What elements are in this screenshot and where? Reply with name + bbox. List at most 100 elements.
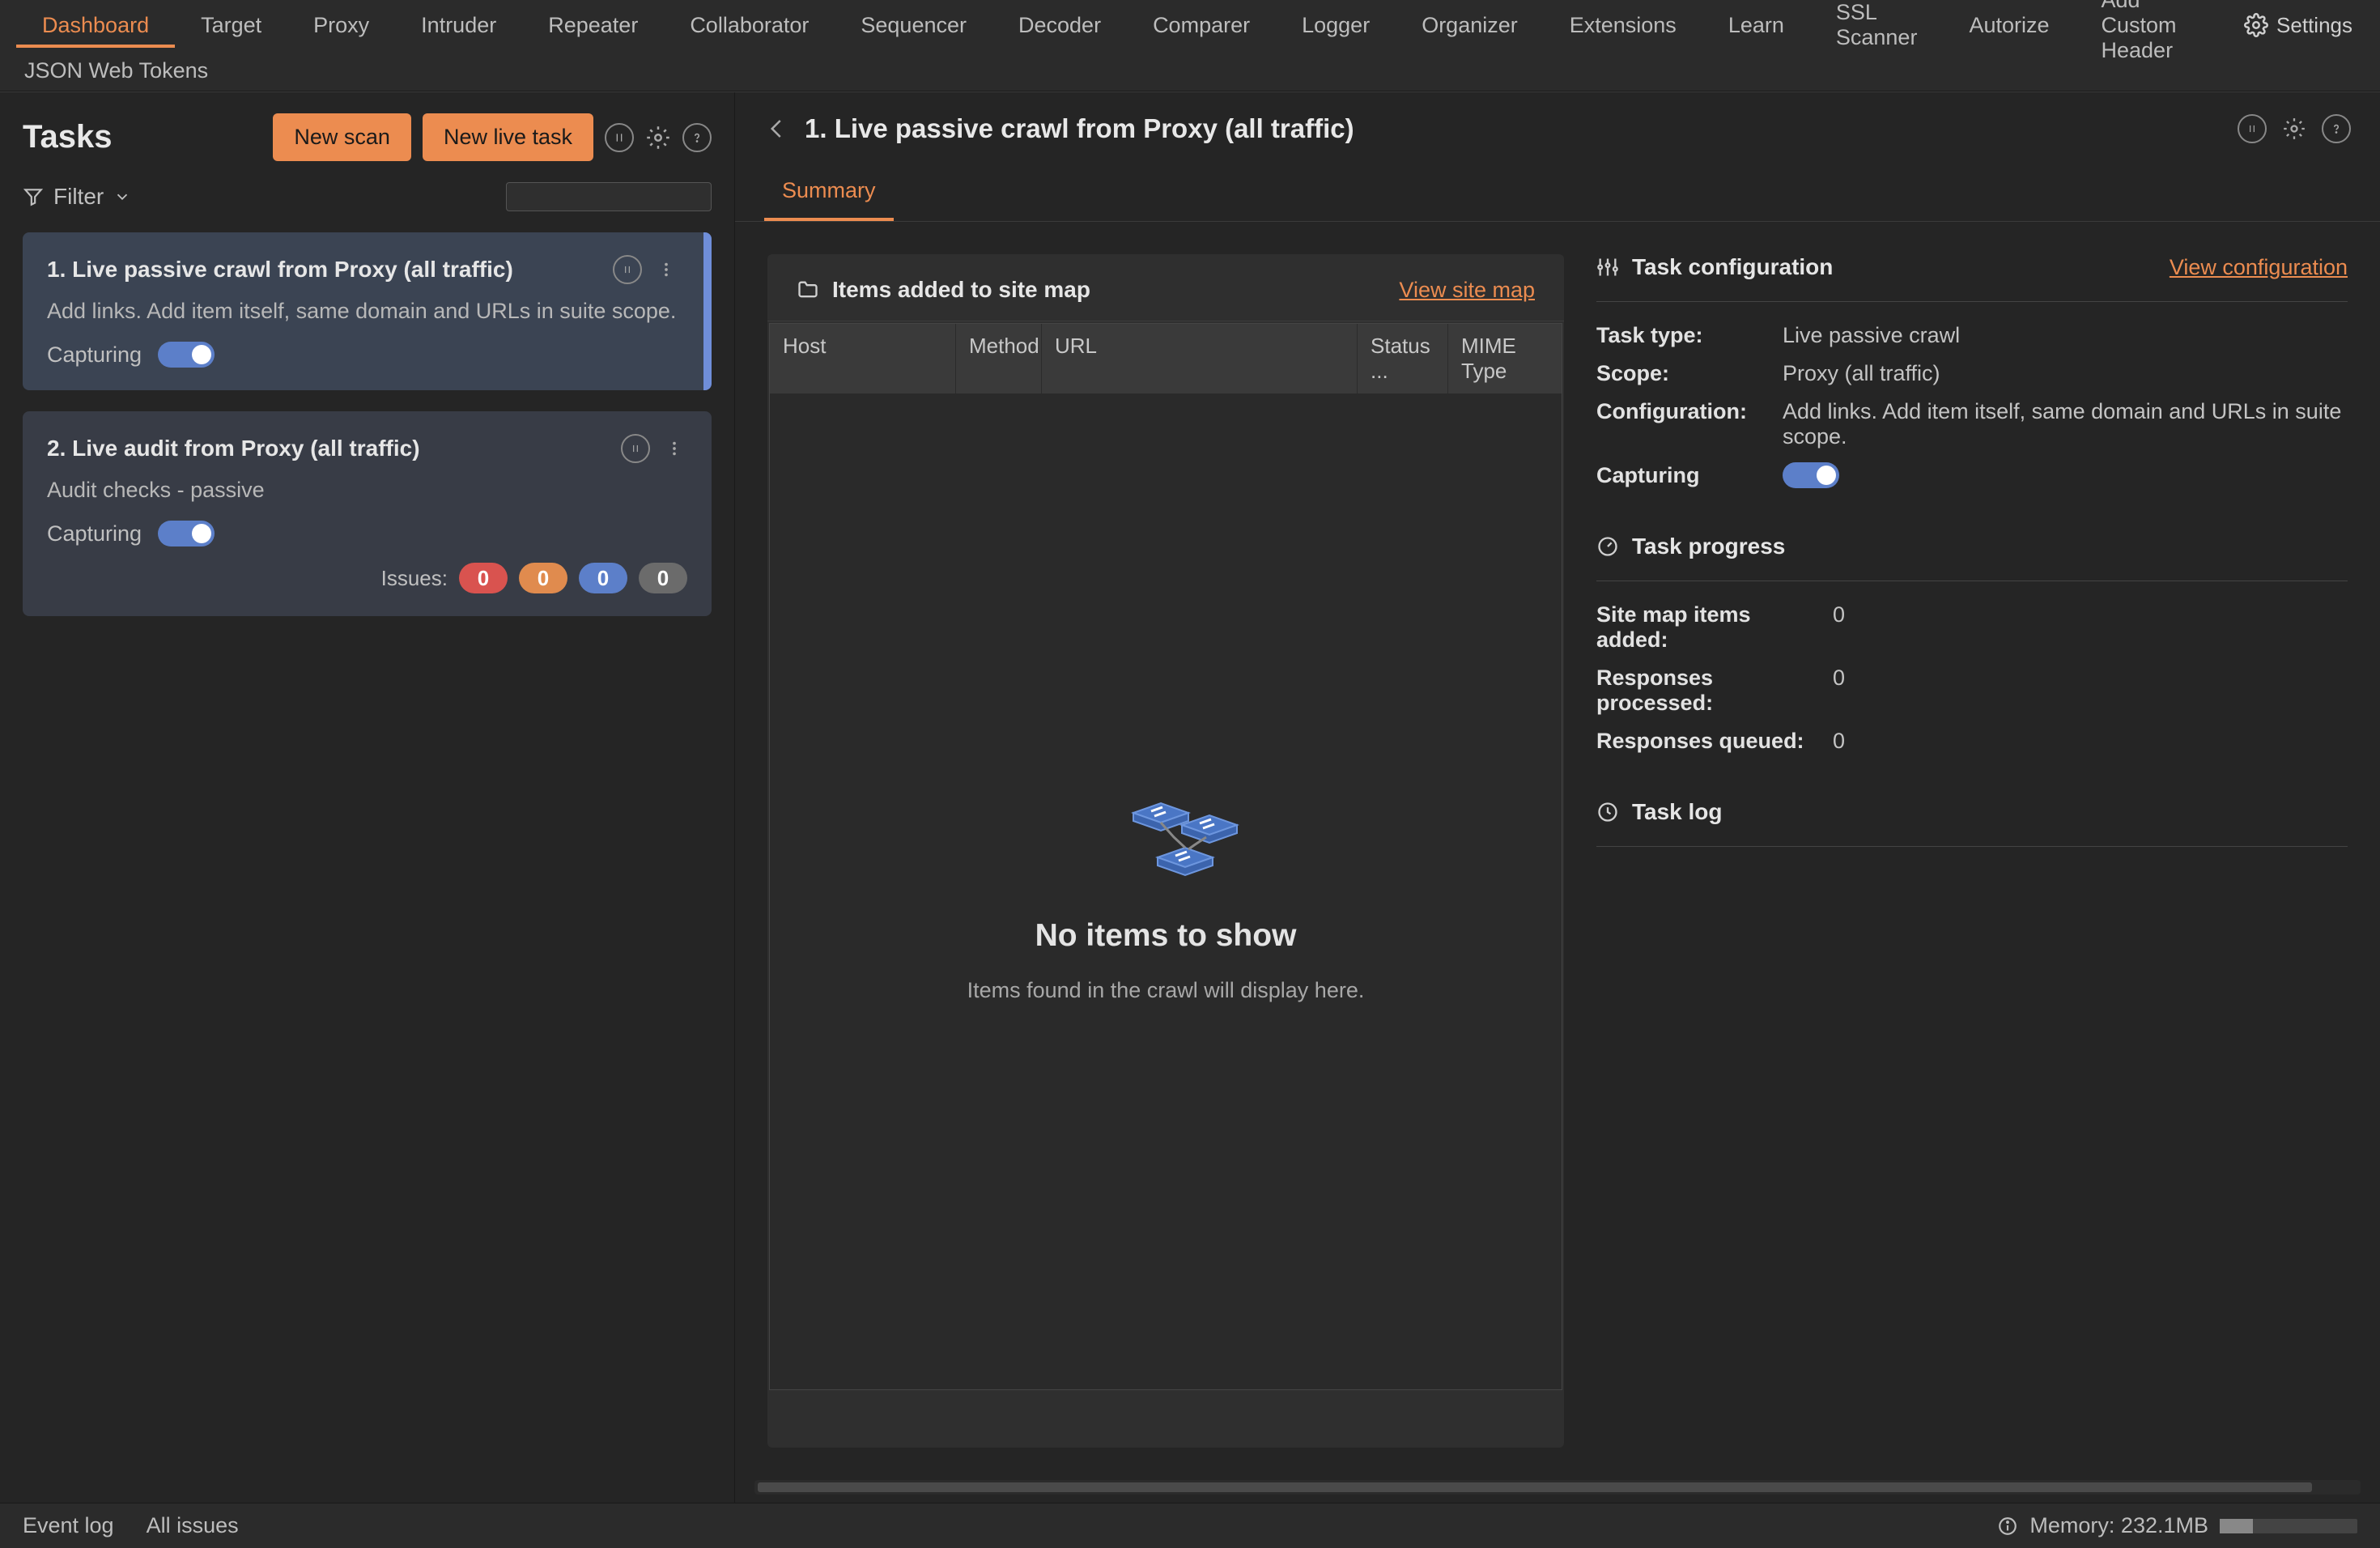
kv-v-task-type: Live passive crawl xyxy=(1783,323,2348,348)
tab-logger[interactable]: Logger xyxy=(1276,3,1396,48)
horizontal-scrollbar[interactable] xyxy=(754,1480,2361,1495)
table-body-empty: No items to show Items found in the craw… xyxy=(770,393,1562,1389)
detail-pause-button[interactable] xyxy=(2238,114,2267,143)
th-host[interactable]: Host xyxy=(770,324,956,393)
th-url[interactable]: URL xyxy=(1042,324,1358,393)
tab-learn[interactable]: Learn xyxy=(1702,3,1810,48)
tab-comparer[interactable]: Comparer xyxy=(1127,3,1276,48)
tab-dashboard[interactable]: Dashboard xyxy=(16,3,175,48)
config-capturing-toggle[interactable] xyxy=(1783,462,1839,488)
detail-title: 1. Live passive crawl from Proxy (all tr… xyxy=(805,113,1354,144)
help-icon xyxy=(2329,121,2344,136)
tab-ssl-scanner[interactable]: SSL Scanner xyxy=(1810,0,1944,60)
kv-v-queued: 0 xyxy=(1833,729,2348,754)
tab-repeater[interactable]: Repeater xyxy=(522,3,664,48)
new-scan-button[interactable]: New scan xyxy=(273,113,411,161)
sitemap-table: Host Method URL Status ... MIME Type xyxy=(769,323,1562,1390)
task-more-button[interactable] xyxy=(661,436,687,461)
kv-k-scope: Scope: xyxy=(1596,361,1758,386)
detail-help-button[interactable] xyxy=(2322,114,2351,143)
memory-indicator: Memory: 232.1MB xyxy=(1997,1513,2357,1538)
tasks-header: Tasks New scan New live task xyxy=(23,113,712,161)
filter-row: Filter xyxy=(23,182,712,211)
pause-icon xyxy=(630,443,641,454)
footer-event-log[interactable]: Event log xyxy=(23,1513,114,1538)
tab-add-custom-header[interactable]: Add Custom Header xyxy=(2076,0,2233,73)
task-pause-button[interactable] xyxy=(613,255,642,284)
tab-intruder[interactable]: Intruder xyxy=(395,3,522,48)
task-card-2[interactable]: 2. Live audit from Proxy (all traffic) A… xyxy=(23,411,712,616)
issues-label: Issues: xyxy=(381,566,448,591)
back-button[interactable] xyxy=(764,116,790,142)
capturing-label: Capturing xyxy=(47,521,142,546)
tab-target[interactable]: Target xyxy=(175,3,287,48)
task-progress-title: Task progress xyxy=(1632,534,1785,559)
task-title: 2. Live audit from Proxy (all traffic) xyxy=(47,436,420,461)
tasks-search-input[interactable] xyxy=(515,185,766,208)
tab-autorize[interactable]: Autorize xyxy=(1943,3,2075,48)
tab-json-web-tokens[interactable]: JSON Web Tokens xyxy=(11,52,221,90)
arrow-left-icon xyxy=(765,117,789,141)
detail-settings-button[interactable] xyxy=(2281,116,2307,142)
kv-v-processed: 0 xyxy=(1833,666,2348,716)
capturing-toggle[interactable] xyxy=(158,342,215,368)
sitemap-title: Items added to site map xyxy=(832,277,1090,303)
filter-label: Filter xyxy=(53,184,104,210)
view-configuration-link[interactable]: View configuration xyxy=(2170,255,2348,280)
gear-icon xyxy=(646,125,670,150)
kv-v-added: 0 xyxy=(1833,602,2348,653)
task-more-button[interactable] xyxy=(653,257,679,283)
pause-icon xyxy=(622,264,633,275)
detail-subtabs: Summary xyxy=(735,164,2380,222)
detail-right-column: Task configuration View configuration Ta… xyxy=(1596,254,2348,1448)
new-live-task-button[interactable]: New live task xyxy=(423,113,593,161)
gear-icon xyxy=(2244,13,2268,37)
kv-k-processed: Responses processed: xyxy=(1596,666,1808,716)
task-desc: Audit checks - passive xyxy=(47,478,687,503)
task-card-1[interactable]: 1. Live passive crawl from Proxy (all tr… xyxy=(23,232,712,390)
tab-extensions[interactable]: Extensions xyxy=(1544,3,1702,48)
tab-collaborator[interactable]: Collaborator xyxy=(664,3,835,48)
empty-subtitle: Items found in the crawl will display he… xyxy=(967,978,1365,1003)
task-log-title: Task log xyxy=(1632,799,1723,825)
help-icon xyxy=(690,130,704,145)
memory-bar xyxy=(2220,1519,2357,1533)
more-vertical-icon xyxy=(657,261,675,279)
tasks-title: Tasks xyxy=(23,119,112,155)
task-title: 1. Live passive crawl from Proxy (all tr… xyxy=(47,257,513,283)
kv-v-configuration: Add links. Add item itself, same domain … xyxy=(1783,399,2348,449)
issues-high-badge[interactable]: 0 xyxy=(459,563,508,593)
th-status[interactable]: Status ... xyxy=(1358,324,1448,393)
memory-label: Memory: 232.1MB xyxy=(2029,1513,2208,1538)
subtab-summary[interactable]: Summary xyxy=(764,164,894,221)
tasks-search-box[interactable] xyxy=(506,182,712,211)
task-config-title: Task configuration xyxy=(1632,254,1833,280)
kv-v-scope: Proxy (all traffic) xyxy=(1783,361,2348,386)
filter-button[interactable]: Filter xyxy=(23,184,131,210)
issues-info-badge[interactable]: 0 xyxy=(639,563,687,593)
view-site-map-link[interactable]: View site map xyxy=(1399,278,1535,303)
funnel-icon xyxy=(23,186,44,207)
task-pause-button[interactable] xyxy=(621,434,650,463)
tasks-help-button[interactable] xyxy=(682,123,712,152)
capturing-label: Capturing xyxy=(47,342,142,368)
tab-sequencer[interactable]: Sequencer xyxy=(835,3,992,48)
tab-organizer[interactable]: Organizer xyxy=(1396,3,1544,48)
clock-icon xyxy=(1596,801,1619,823)
tab-proxy[interactable]: Proxy xyxy=(287,3,395,48)
pause-all-button[interactable] xyxy=(605,123,634,152)
pause-icon xyxy=(2246,123,2258,134)
issues-low-badge[interactable]: 0 xyxy=(579,563,627,593)
settings-button[interactable]: Settings xyxy=(2233,6,2364,45)
tab-decoder[interactable]: Decoder xyxy=(992,3,1127,48)
th-mime[interactable]: MIME Type xyxy=(1448,324,1562,393)
th-method[interactable]: Method xyxy=(956,324,1042,393)
tasks-settings-button[interactable] xyxy=(645,125,671,151)
settings-label: Settings xyxy=(2276,13,2352,38)
footer-all-issues[interactable]: All issues xyxy=(147,1513,239,1538)
capturing-toggle[interactable] xyxy=(158,521,215,546)
issues-medium-badge[interactable]: 0 xyxy=(519,563,567,593)
sitemap-card: Items added to site map View site map Ho… xyxy=(767,254,1564,1448)
main-area: Tasks New scan New live task Filter xyxy=(0,91,2380,1503)
kv-k-queued: Responses queued: xyxy=(1596,729,1808,754)
